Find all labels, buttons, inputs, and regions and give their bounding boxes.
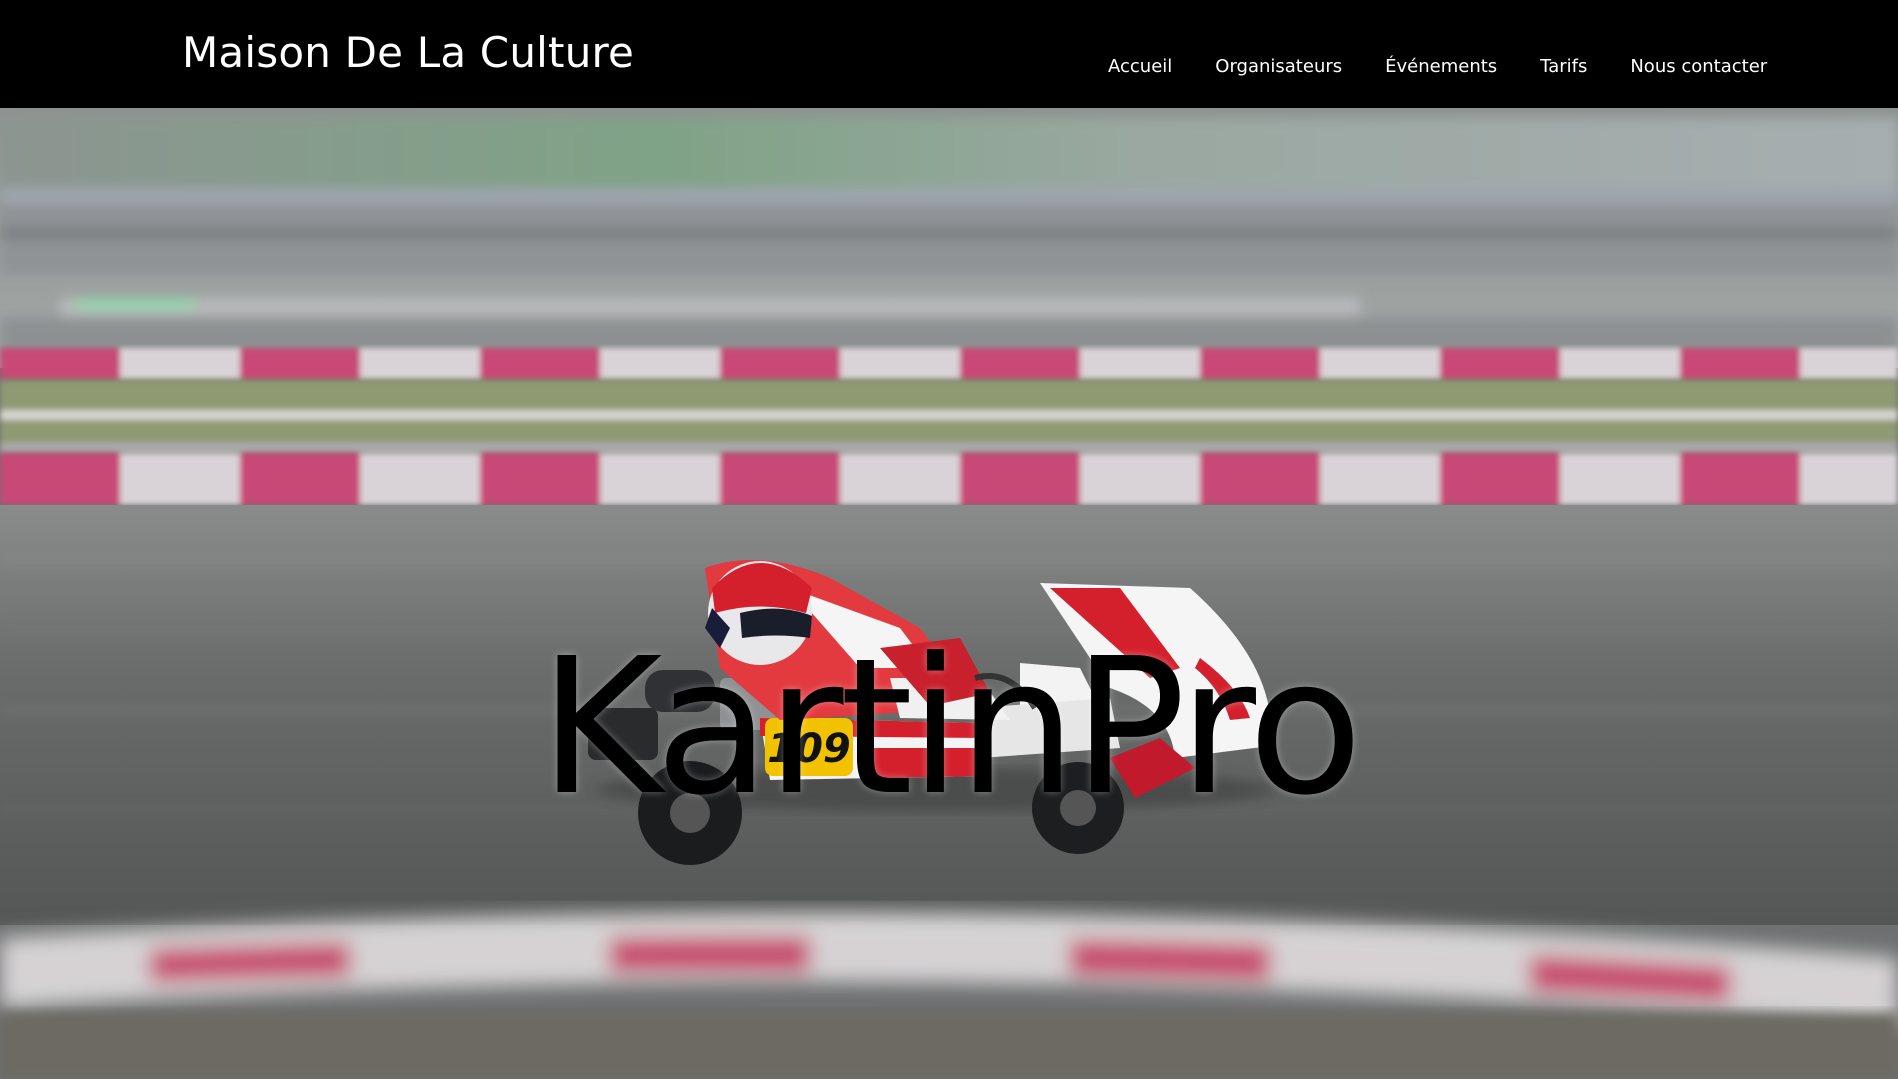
- nav-item-nous-contacter[interactable]: Nous contacter: [1630, 56, 1767, 77]
- nav-item-organisateurs[interactable]: Organisateurs: [1215, 56, 1342, 77]
- main-nav: Accueil Organisateurs Événements Tarifs …: [1108, 56, 1767, 77]
- nav-item-accueil[interactable]: Accueil: [1108, 56, 1172, 77]
- nav-item-evenements[interactable]: Événements: [1385, 56, 1497, 77]
- top-navbar: Maison De La Culture Accueil Organisateu…: [0, 0, 1898, 108]
- nav-item-tarifs[interactable]: Tarifs: [1540, 56, 1587, 77]
- hero-background-image: 109 birelART: [0, 108, 1898, 1079]
- hero-title: KartinPro: [539, 617, 1363, 837]
- site-brand[interactable]: Maison De La Culture: [182, 28, 634, 77]
- hero-banner: 109 birelART KartinPro: [0, 108, 1898, 1079]
